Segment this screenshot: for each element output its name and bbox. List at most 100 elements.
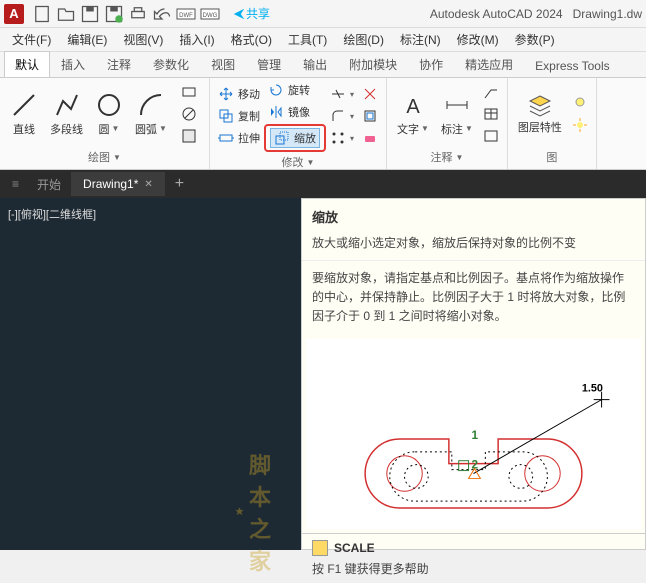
tab-addon[interactable]: 附加模块	[338, 51, 408, 77]
tool-circle[interactable]: 圆▼	[89, 89, 129, 139]
tool-trim[interactable]: ▾	[326, 84, 358, 104]
tool-copy[interactable]: 复制	[214, 106, 264, 126]
tool-scale[interactable]: 缩放	[270, 128, 320, 148]
chevron-down-icon: ▼	[159, 124, 167, 133]
doc-tabs: ≡ 开始 Drawing1* ✕ +	[0, 170, 646, 198]
tool-layer-freeze[interactable]	[568, 115, 592, 135]
tooltip-pane: 缩放 放大或缩小选定对象，缩放后保持对象的比例不变 要缩放对象，请指定基点和比例…	[301, 198, 646, 550]
tool-mirror[interactable]: 镜像	[264, 102, 326, 122]
chevron-down-icon: ▼	[112, 124, 120, 133]
menu-param[interactable]: 参数(P)	[507, 28, 563, 51]
doc-tab-current[interactable]: Drawing1* ✕	[71, 172, 165, 196]
tab-view[interactable]: 视图	[200, 51, 246, 77]
tool-offset[interactable]	[358, 106, 382, 126]
tool-stretch[interactable]: 拉伸	[214, 128, 264, 148]
panel-draw: 直线 多段线 圆▼ 圆弧▼ 绘图▼	[0, 78, 210, 169]
tab-featured[interactable]: 精选应用	[454, 51, 524, 77]
offset-icon	[362, 108, 378, 124]
tab-collab[interactable]: 协作	[408, 51, 454, 77]
menu-dim[interactable]: 标注(N)	[392, 28, 449, 51]
tab-annot[interactable]: 注释	[96, 51, 142, 77]
tool-rotate[interactable]: 旋转	[264, 80, 326, 100]
qat-saveas-icon[interactable]	[104, 4, 124, 24]
menu-insert[interactable]: 插入(I)	[171, 28, 222, 51]
qat-print-icon[interactable]	[128, 4, 148, 24]
menu-file[interactable]: 文件(F)	[4, 28, 59, 51]
tab-express[interactable]: Express Tools	[524, 54, 620, 77]
share-label: 共享	[246, 5, 270, 22]
fillet-icon	[330, 108, 346, 124]
close-icon[interactable]: ✕	[144, 179, 152, 190]
tool-layer-props[interactable]: 图层特性	[512, 90, 568, 137]
drawing-canvas[interactable]: [-][俯视][二维线框] 脚本之家	[0, 198, 301, 550]
app-logo-icon: A	[4, 4, 24, 24]
menu-modify[interactable]: 修改(M)	[449, 28, 507, 51]
tool-mtext[interactable]	[479, 126, 503, 146]
panel-layers-label[interactable]: 图	[512, 147, 592, 167]
trim-icon	[330, 86, 346, 102]
menu-edit[interactable]: 编辑(E)	[59, 28, 115, 51]
tool-scale-highlight: 缩放	[264, 124, 326, 152]
tool-polyline[interactable]: 多段线	[44, 89, 89, 139]
menu-view[interactable]: 视图(V)	[115, 28, 171, 51]
viewport-label[interactable]: [-][俯视][二维线框]	[8, 206, 293, 222]
tool-table[interactable]	[479, 104, 503, 124]
tooltip-illustration: 1.50 1 2	[306, 339, 641, 529]
tab-default[interactable]: 默认	[4, 51, 50, 77]
tool-leader[interactable]	[479, 82, 503, 102]
tab-manage[interactable]: 管理	[246, 51, 292, 77]
bulb-icon	[572, 95, 588, 111]
tooltip-desc: 放大或缩小选定对象，缩放后保持对象的比例不变	[302, 230, 645, 260]
tool-hatch[interactable]	[177, 104, 201, 124]
qat-open-icon[interactable]	[56, 4, 76, 24]
region-icon	[181, 128, 197, 144]
svg-text:DWG: DWG	[203, 13, 218, 19]
tab-output[interactable]: 输出	[292, 51, 338, 77]
rotate-icon	[268, 82, 284, 98]
scale-icon	[274, 130, 290, 146]
panel-annot: A 文字▼ 标注▼ 注释▼	[387, 78, 508, 169]
copy-icon	[218, 108, 234, 124]
tool-arc[interactable]: 圆弧▼	[129, 89, 173, 139]
array-icon	[330, 130, 346, 146]
tool-explode[interactable]	[358, 84, 382, 104]
tool-dim[interactable]: 标注▼	[435, 89, 479, 139]
mtext-icon	[483, 128, 499, 144]
panel-annot-label[interactable]: 注释▼	[391, 147, 503, 167]
tool-layer-on[interactable]	[568, 93, 592, 113]
tool-line[interactable]: 直线	[4, 89, 44, 139]
panel-layers: 图层特性 图	[508, 78, 597, 169]
watermark: 脚本之家	[234, 448, 286, 576]
tool-region[interactable]	[177, 126, 201, 146]
tab-insert[interactable]: 插入	[50, 51, 96, 77]
panel-modify-label[interactable]: 修改▼	[214, 152, 382, 172]
tab-param[interactable]: 参数化	[142, 51, 200, 77]
menu-tools[interactable]: 工具(T)	[280, 28, 335, 51]
menu-format[interactable]: 格式(O)	[223, 28, 280, 51]
tool-move[interactable]: 移动	[214, 84, 264, 104]
qat-save-icon[interactable]	[80, 4, 100, 24]
explode-icon	[362, 86, 378, 102]
marker-1: 1	[472, 428, 479, 442]
qat-undo-icon[interactable]	[152, 4, 172, 24]
tool-erase[interactable]	[358, 128, 382, 148]
tool-fillet[interactable]: ▾	[326, 106, 358, 126]
leader-icon	[483, 84, 499, 100]
arc-icon	[137, 91, 165, 119]
tool-rect[interactable]	[177, 82, 201, 102]
qat-new-icon[interactable]	[32, 4, 52, 24]
tooltip-title: 缩放	[302, 199, 645, 230]
doc-tabs-menu-icon[interactable]: ≡	[4, 172, 27, 196]
stretch-icon	[218, 130, 234, 146]
qat-dwf-icon[interactable]: DWF	[176, 4, 196, 24]
tool-array[interactable]: ▾	[326, 128, 358, 148]
doc-tab-start[interactable]: 开始	[27, 171, 71, 198]
scale-value-label: 1.50	[582, 382, 603, 394]
doc-tab-add[interactable]: +	[165, 170, 194, 198]
tool-text[interactable]: A 文字▼	[391, 89, 435, 139]
share-link[interactable]: 共享	[232, 5, 270, 22]
qat-dwg-icon[interactable]: DWG	[200, 4, 220, 24]
panel-draw-label[interactable]: 绘图▼	[4, 147, 205, 167]
menu-draw[interactable]: 绘图(D)	[335, 28, 392, 51]
text-icon: A	[399, 91, 427, 119]
